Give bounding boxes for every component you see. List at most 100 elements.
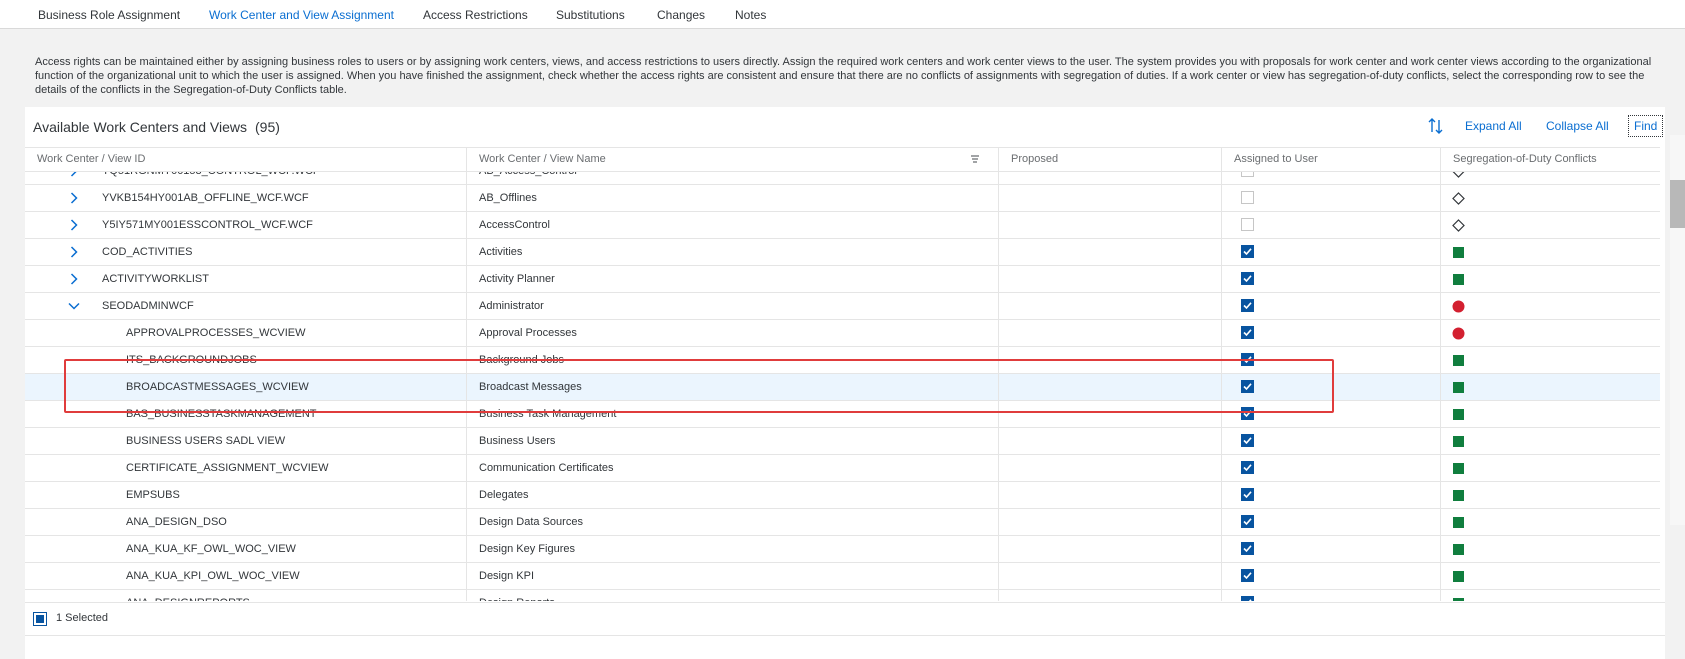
chevron-right-icon[interactable] xyxy=(68,273,80,285)
sod-ok-icon xyxy=(1453,274,1464,285)
table-row[interactable]: APPROVALPROCESSES_WCVIEW Approval Process… xyxy=(25,320,1660,347)
find-button[interactable]: Find xyxy=(1628,115,1664,137)
assigned-checkbox[interactable] xyxy=(1241,434,1254,447)
column-divider xyxy=(998,239,999,265)
select-all-checkbox[interactable] xyxy=(33,612,47,626)
table-row[interactable]: ANA_DESIGNREPORTS Design Reports xyxy=(25,590,1660,601)
assigned-checkbox[interactable] xyxy=(1241,596,1254,601)
sod-conflict-icon xyxy=(1452,327,1465,340)
assigned-checkbox[interactable] xyxy=(1241,461,1254,474)
assigned-checkbox[interactable] xyxy=(1241,407,1254,420)
table-row[interactable]: BROADCASTMESSAGES_WCVIEW Broadcast Messag… xyxy=(25,374,1660,401)
column-divider xyxy=(1440,266,1441,292)
column-divider xyxy=(1440,563,1441,589)
cell-view-id: BAS_BUSINESSTASKMANAGEMENT xyxy=(126,408,317,420)
table-row[interactable]: COD_ACTIVITIES Activities xyxy=(25,239,1660,266)
column-divider xyxy=(998,563,999,589)
assigned-checkbox[interactable] xyxy=(1241,569,1254,582)
column-divider xyxy=(1221,482,1222,508)
chevron-right-icon[interactable] xyxy=(68,172,80,177)
sod-conflict-icon xyxy=(1452,300,1465,313)
table-body: YQ51RGNMY00153_CONTROL_WCF.WCF AB_Access_… xyxy=(25,172,1660,601)
column-divider xyxy=(1440,185,1441,211)
assigned-checkbox[interactable] xyxy=(1241,326,1254,339)
column-divider xyxy=(1440,590,1441,601)
collapse-all-button[interactable]: Collapse All xyxy=(1546,119,1609,133)
column-header-id[interactable]: Work Center / View ID xyxy=(25,148,466,171)
assigned-checkbox[interactable] xyxy=(1241,299,1254,312)
tab-business-role-assignment[interactable]: Business Role Assignment xyxy=(38,8,180,22)
tab-notes[interactable]: Notes xyxy=(735,8,766,22)
table-row[interactable]: ANA_KUA_KF_OWL_WOC_VIEW Design Key Figure… xyxy=(25,536,1660,563)
table-row[interactable]: YQ51RGNMY00153_CONTROL_WCF.WCF AB_Access_… xyxy=(25,172,1660,185)
table-row[interactable]: EMPSUBS Delegates xyxy=(25,482,1660,509)
column-header-name[interactable]: Work Center / View Name xyxy=(466,148,998,171)
assigned-checkbox[interactable] xyxy=(1241,218,1254,231)
chevron-right-icon[interactable] xyxy=(68,219,80,231)
assigned-checkbox[interactable] xyxy=(1241,488,1254,501)
sod-ok-icon xyxy=(1453,571,1464,582)
expand-all-button[interactable]: Expand All xyxy=(1465,119,1522,133)
table-row[interactable]: ANA_DESIGN_DSO Design Data Sources xyxy=(25,509,1660,536)
scrollbar-thumb[interactable] xyxy=(1670,180,1685,228)
sod-ok-icon xyxy=(1453,382,1464,393)
assigned-checkbox[interactable] xyxy=(1241,172,1254,177)
assigned-checkbox[interactable] xyxy=(1241,515,1254,528)
cell-view-id: Y5IY571MY001ESSCONTROL_WCF.WCF xyxy=(102,219,313,231)
cell-view-name: Activities xyxy=(479,246,523,258)
table-row[interactable]: Y5IY571MY001ESSCONTROL_WCF.WCF AccessCont… xyxy=(25,212,1660,239)
column-divider xyxy=(466,401,467,427)
column-divider xyxy=(1440,536,1441,562)
assigned-checkbox[interactable] xyxy=(1241,353,1254,366)
cell-view-id: ACTIVITYWORKLIST xyxy=(102,273,209,285)
column-divider xyxy=(466,212,467,238)
tab-work-center-view-assignment[interactable]: Work Center and View Assignment xyxy=(209,8,394,22)
cell-view-id: ANA_KUA_KF_OWL_WOC_VIEW xyxy=(126,543,296,555)
cell-view-id: BROADCASTMESSAGES_WCVIEW xyxy=(126,381,309,393)
table-footer: 1 Selected xyxy=(25,602,1665,634)
column-header-proposed[interactable]: Proposed xyxy=(998,148,1221,171)
cell-view-id: ANA_DESIGN_DSO xyxy=(126,516,227,528)
assigned-checkbox[interactable] xyxy=(1241,191,1254,204)
sod-ok-icon xyxy=(1453,517,1464,528)
table-row[interactable]: ACTIVITYWORKLIST Activity Planner xyxy=(25,266,1660,293)
tab-substitutions[interactable]: Substitutions xyxy=(556,8,625,22)
column-divider xyxy=(998,374,999,400)
column-header-sod[interactable]: Segregation-of-Duty Conflicts xyxy=(1440,148,1660,171)
cell-view-id: ANA_DESIGNREPORTS xyxy=(126,590,250,601)
table-row[interactable]: SEODADMINWCF Administrator xyxy=(25,293,1660,320)
table-row[interactable]: ANA_KUA_KPI_OWL_WOC_VIEW Design KPI xyxy=(25,563,1660,590)
table-row[interactable]: CERTIFICATE_ASSIGNMENT_WCVIEW Communicati… xyxy=(25,455,1660,482)
column-divider xyxy=(998,401,999,427)
column-divider xyxy=(466,509,467,535)
assigned-checkbox[interactable] xyxy=(1241,542,1254,555)
table-row[interactable]: ITS_BACKGROUNDJOBS Background Jobs xyxy=(25,347,1660,374)
column-header-assigned[interactable]: Assigned to User xyxy=(1221,148,1440,171)
tab-changes[interactable]: Changes xyxy=(657,8,705,22)
table-row[interactable]: BAS_BUSINESSTASKMANAGEMENT Business Task … xyxy=(25,401,1660,428)
assigned-checkbox[interactable] xyxy=(1241,272,1254,285)
column-divider xyxy=(1221,172,1222,184)
sod-ok-icon xyxy=(1453,436,1464,447)
chevron-down-icon[interactable] xyxy=(68,300,80,312)
table-row[interactable]: BUSINESS USERS SADL VIEW Business Users xyxy=(25,428,1660,455)
assigned-checkbox[interactable] xyxy=(1241,380,1254,393)
chevron-right-icon[interactable] xyxy=(68,246,80,258)
cell-view-id: ANA_KUA_KPI_OWL_WOC_VIEW xyxy=(126,570,300,582)
cell-view-name: Design Key Figures xyxy=(479,543,575,555)
cell-view-name: Approval Processes xyxy=(479,327,577,339)
column-divider xyxy=(466,374,467,400)
cell-view-name: Administrator xyxy=(479,300,544,312)
cell-view-name: Design Reports xyxy=(479,590,555,601)
table-row[interactable]: YVKB154HY001AB_OFFLINE_WCF.WCF AB_Offline… xyxy=(25,185,1660,212)
chevron-right-icon[interactable] xyxy=(68,192,80,204)
cell-view-name: Activity Planner xyxy=(479,273,555,285)
sort-icon[interactable] xyxy=(1427,117,1445,135)
assigned-checkbox[interactable] xyxy=(1241,245,1254,258)
tab-access-restrictions[interactable]: Access Restrictions xyxy=(423,8,528,22)
column-divider xyxy=(1221,536,1222,562)
column-divider xyxy=(466,347,467,373)
bottom-area xyxy=(25,635,1665,659)
column-divider xyxy=(998,428,999,454)
column-divider xyxy=(998,536,999,562)
